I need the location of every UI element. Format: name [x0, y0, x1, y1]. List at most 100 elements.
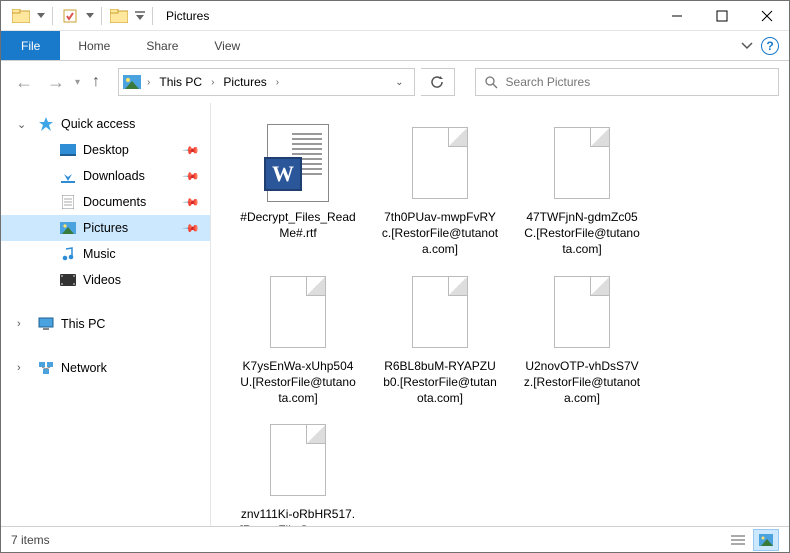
file-label: K7ysEnWa-xUhp504U.[RestorFile@tutanota.c…: [239, 358, 357, 407]
status-bar: 7 items: [1, 526, 789, 552]
sidebar-item-documents[interactable]: Documents 📌: [1, 189, 210, 215]
blank-file-icon: [404, 268, 476, 356]
file-item[interactable]: znv111Ki-oRbHR517.[RestorFile@tutanota.c…: [239, 416, 357, 526]
maximize-button[interactable]: [699, 1, 744, 31]
rtf-file-icon: W: [262, 119, 334, 207]
file-label: znv111Ki-oRbHR517.[RestorFile@tutanota.c…: [239, 506, 357, 526]
sidebar-label: This PC: [61, 317, 105, 331]
file-label: U2novOTP-vhDsS7Vz.[RestorFile@tutanota.c…: [523, 358, 641, 407]
body: ⌄ Quick access Desktop 📌 Downloads 📌 Doc…: [1, 103, 789, 526]
nav-row: ← → ▾ ↑ › This PC › Pictures › ⌄: [1, 61, 789, 103]
network-icon: [37, 361, 55, 375]
separator: [52, 7, 53, 25]
ribbon: File Home Share View ?: [1, 31, 789, 61]
sidebar-item-music[interactable]: Music: [1, 241, 210, 267]
downloads-icon: [59, 169, 77, 183]
close-button[interactable]: [744, 1, 789, 31]
search-box[interactable]: [475, 68, 779, 96]
search-icon: [484, 75, 498, 89]
videos-icon: [59, 274, 77, 286]
breadcrumb-this-pc[interactable]: This PC: [156, 75, 205, 89]
chevron-right-icon[interactable]: ›: [17, 318, 21, 330]
sidebar-label: Network: [61, 361, 107, 375]
forward-button[interactable]: →: [43, 72, 69, 93]
titlebar: Pictures: [1, 1, 789, 31]
pictures-location-icon: [123, 75, 141, 89]
separator: [152, 7, 153, 25]
qat-properties-icon[interactable]: [58, 4, 82, 28]
blank-file-icon: [262, 268, 334, 356]
help-icon[interactable]: ?: [761, 37, 779, 55]
chevron-right-icon[interactable]: ›: [274, 77, 281, 88]
sidebar-item-label: Music: [83, 247, 116, 261]
address-dropdown[interactable]: ⌄: [389, 77, 409, 88]
refresh-button[interactable]: [421, 68, 455, 96]
sidebar-quick-access[interactable]: ⌄ Quick access: [1, 111, 210, 137]
sidebar-item-downloads[interactable]: Downloads 📌: [1, 163, 210, 189]
file-label: 7th0PUav-mwpFvRYc.[RestorFile@tutanota.c…: [381, 209, 499, 258]
sidebar-label: Quick access: [61, 117, 135, 131]
pin-icon: 📌: [182, 219, 201, 238]
sidebar-item-label: Videos: [83, 273, 121, 287]
blank-file-icon: [404, 119, 476, 207]
quick-access-toolbar: [1, 4, 156, 28]
window-title: Pictures: [166, 9, 209, 23]
pictures-icon: [59, 222, 77, 234]
tab-share[interactable]: Share: [128, 31, 196, 60]
sidebar-network[interactable]: › Network: [1, 355, 210, 381]
chevron-right-icon[interactable]: ›: [209, 77, 216, 88]
sidebar-item-videos[interactable]: Videos: [1, 267, 210, 293]
file-item[interactable]: 47TWFjnN-gdmZc05C.[RestorFile@tutanota.c…: [523, 119, 641, 258]
details-view-button[interactable]: [725, 529, 751, 551]
pin-icon: 📌: [182, 193, 201, 212]
address-bar[interactable]: › This PC › Pictures › ⌄: [118, 68, 414, 96]
large-icons-view-button[interactable]: [753, 529, 779, 551]
qat-explorer-icon[interactable]: [9, 4, 33, 28]
file-label: R6BL8buM-RYAPZUb0.[RestorFile@tutanota.c…: [381, 358, 499, 407]
chevron-right-icon[interactable]: ›: [145, 77, 152, 88]
chevron-right-icon[interactable]: ›: [17, 362, 21, 374]
sidebar: ⌄ Quick access Desktop 📌 Downloads 📌 Doc…: [1, 103, 211, 526]
file-label: #Decrypt_Files_ReadMe#.rtf: [239, 209, 357, 241]
expand-ribbon-icon[interactable]: [741, 42, 753, 50]
sidebar-item-pictures[interactable]: Pictures 📌: [1, 215, 210, 241]
file-tab[interactable]: File: [1, 31, 60, 60]
chevron-down-icon[interactable]: ⌄: [17, 118, 26, 131]
qat-dropdown-2[interactable]: [84, 4, 96, 28]
qat-dropdown-1[interactable]: [35, 4, 47, 28]
tab-view[interactable]: View: [196, 31, 258, 60]
tab-home[interactable]: Home: [60, 31, 128, 60]
this-pc-icon: [37, 317, 55, 331]
sidebar-item-label: Downloads: [83, 169, 145, 183]
blank-file-icon: [546, 268, 618, 356]
qat-dropdown-3[interactable]: [133, 4, 147, 28]
minimize-button[interactable]: [654, 1, 699, 31]
content-pane[interactable]: W#Decrypt_Files_ReadMe#.rtf 7th0PUav-mwpF…: [211, 103, 789, 526]
star-icon: [37, 116, 55, 132]
window-controls: [654, 1, 789, 31]
file-item[interactable]: 7th0PUav-mwpFvRYc.[RestorFile@tutanota.c…: [381, 119, 499, 258]
sidebar-item-label: Desktop: [83, 143, 129, 157]
file-item[interactable]: K7ysEnWa-xUhp504U.[RestorFile@tutanota.c…: [239, 268, 357, 407]
pin-icon: 📌: [182, 167, 201, 186]
separator: [101, 7, 102, 25]
pin-icon: 📌: [182, 141, 201, 160]
search-input[interactable]: [506, 75, 770, 89]
file-label: 47TWFjnN-gdmZc05C.[RestorFile@tutanota.c…: [523, 209, 641, 258]
up-button[interactable]: ↑: [86, 73, 106, 91]
status-text: 7 items: [11, 533, 50, 547]
qat-newfolder-icon[interactable]: [107, 4, 131, 28]
sidebar-this-pc[interactable]: › This PC: [1, 311, 210, 337]
desktop-icon: [59, 144, 77, 156]
recent-dropdown[interactable]: ▾: [75, 77, 80, 88]
back-button[interactable]: ←: [11, 72, 37, 93]
file-grid: W#Decrypt_Files_ReadMe#.rtf 7th0PUav-mwpF…: [239, 119, 779, 526]
file-item[interactable]: U2novOTP-vhDsS7Vz.[RestorFile@tutanota.c…: [523, 268, 641, 407]
sidebar-item-label: Pictures: [83, 221, 128, 235]
file-item[interactable]: R6BL8buM-RYAPZUb0.[RestorFile@tutanota.c…: [381, 268, 499, 407]
sidebar-item-desktop[interactable]: Desktop 📌: [1, 137, 210, 163]
breadcrumb-pictures[interactable]: Pictures: [220, 75, 269, 89]
sidebar-item-label: Documents: [83, 195, 146, 209]
file-item[interactable]: W#Decrypt_Files_ReadMe#.rtf: [239, 119, 357, 258]
blank-file-icon: [546, 119, 618, 207]
